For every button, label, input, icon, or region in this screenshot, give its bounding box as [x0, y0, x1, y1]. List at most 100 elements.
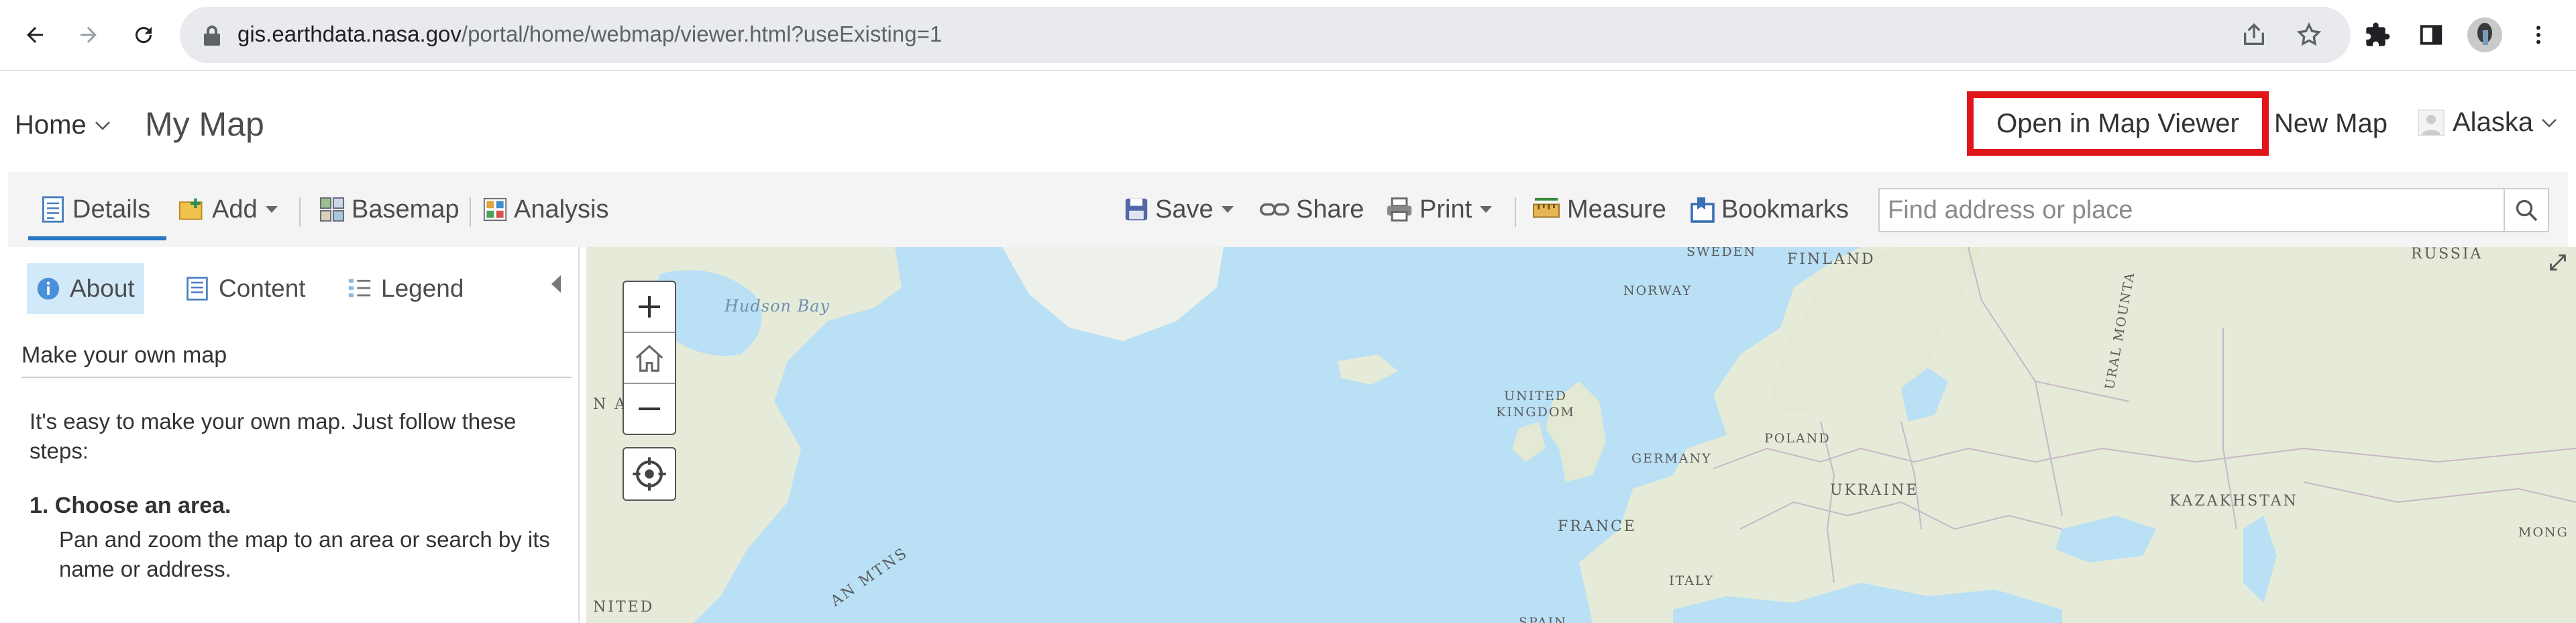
add-label: Add — [212, 195, 258, 224]
map-label-italy: ITALY — [1669, 573, 1714, 588]
share-button[interactable]: Share — [1260, 172, 1364, 247]
map-label-united-states: NITED — [593, 599, 655, 616]
map-label-russia: RUSSIA — [2411, 247, 2483, 262]
browser-menu-button[interactable] — [2518, 15, 2559, 55]
basemap-button[interactable]: Basemap — [319, 172, 460, 247]
print-button[interactable]: Print — [1386, 172, 1493, 247]
map-label-sweden: SWEDEN — [1686, 247, 1757, 259]
toolbar-divider — [470, 197, 471, 227]
caret-down-icon — [265, 206, 278, 213]
map-view[interactable]: Hudson Bay SWEDEN FINLAND RUSSIA NORWAY … — [586, 247, 2576, 623]
extensions-button[interactable] — [2357, 15, 2398, 55]
address-bar[interactable]: gis.earthdata.nasa.gov/portal/home/webma… — [180, 7, 2351, 63]
add-button[interactable]: Add — [178, 172, 279, 247]
tab-legend[interactable]: Legend — [338, 263, 473, 314]
caret-down-icon — [1480, 206, 1493, 213]
forward-button[interactable] — [68, 15, 109, 55]
toolbar-divider — [1515, 197, 1516, 227]
zoom-control — [623, 281, 676, 435]
analysis-button[interactable]: Analysis — [483, 172, 609, 247]
share-label: Share — [1296, 195, 1364, 224]
save-label: Save — [1155, 195, 1214, 224]
reload-button[interactable] — [123, 15, 164, 55]
legend-list-icon — [348, 279, 371, 297]
tab-content[interactable]: Content — [176, 263, 315, 314]
home-menu[interactable]: Home — [15, 110, 111, 140]
toolbar-divider — [299, 197, 301, 227]
minus-icon — [639, 408, 660, 410]
map-label-kazakhstan: KAZAKHSTAN — [2169, 493, 2298, 510]
map-label-france: FRANCE — [1558, 518, 1637, 535]
forward-arrow-icon — [80, 27, 97, 43]
back-arrow-icon — [27, 27, 43, 43]
measure-button[interactable]: Measure — [1532, 172, 1666, 247]
user-name: Alaska — [2453, 107, 2534, 137]
chevron-down-icon — [2542, 118, 2557, 128]
map-label-finland: FINLAND — [1787, 251, 1876, 268]
map-label-ukraine: UKRAINE — [1830, 482, 1919, 499]
url-text: gis.earthdata.nasa.gov/portal/home/webma… — [237, 21, 942, 47]
new-map-button[interactable]: New Map — [2274, 109, 2387, 139]
collapse-panel-button[interactable] — [550, 274, 562, 297]
expand-map-button[interactable] — [2548, 252, 2568, 276]
url-host: gis.earthdata.nasa.gov — [237, 21, 462, 46]
side-panel-icon — [2420, 25, 2443, 45]
active-tab-indicator — [28, 236, 166, 240]
profile-avatar[interactable] — [2465, 15, 2505, 55]
address-search — [1878, 188, 2549, 232]
tab-about[interactable]: About — [27, 263, 144, 314]
map-label-spain: SPAIN — [1519, 615, 1567, 623]
save-disk-icon — [1125, 198, 1148, 221]
chevron-down-icon — [95, 121, 110, 130]
tab-legend-label: Legend — [381, 275, 464, 302]
locate-button[interactable] — [623, 447, 676, 501]
url-path: /portal/home/webmap/viewer.html?useExist… — [461, 21, 943, 46]
tab-content-label: Content — [219, 275, 306, 302]
zoom-out-button[interactable] — [624, 384, 675, 434]
open-in-map-viewer-label: Open in Map Viewer — [1996, 108, 2239, 138]
measure-ruler-icon — [1533, 197, 1560, 218]
map-label-hudson-bay: Hudson Bay — [724, 297, 830, 316]
measure-label: Measure — [1567, 195, 1666, 224]
print-label: Print — [1419, 195, 1472, 224]
details-panel: About Content Legend Make your own map I… — [8, 247, 580, 623]
save-button[interactable]: Save — [1124, 172, 1235, 247]
map-label-poland: POLAND — [1764, 431, 1831, 446]
more-vert-icon — [2536, 26, 2540, 44]
lock-icon — [204, 26, 220, 46]
tab-about-label: About — [70, 275, 135, 302]
search-input[interactable] — [1880, 189, 2501, 231]
search-button[interactable] — [2504, 189, 2548, 231]
back-button[interactable] — [15, 15, 55, 55]
step-description: Pan and zoom the map to an area or searc… — [59, 527, 550, 581]
user-menu[interactable]: Alaska — [2418, 107, 2557, 138]
details-icon — [42, 196, 64, 223]
step-title: 1. Choose an area. — [30, 493, 231, 518]
share-link-icon — [1260, 203, 1289, 216]
home-extent-button[interactable] — [624, 333, 675, 384]
avatar-icon — [2467, 17, 2502, 52]
map-label-norway: NORWAY — [1623, 283, 1693, 298]
home-label: Home — [15, 110, 87, 140]
content-list-icon — [186, 277, 208, 301]
bookmarks-button[interactable]: Bookmarks — [1690, 172, 1849, 247]
map-summary: Make your own map — [21, 342, 572, 378]
share-page-icon[interactable] — [2241, 21, 2267, 48]
printer-icon — [1387, 197, 1412, 222]
open-in-map-viewer-button[interactable]: Open in Map Viewer — [1967, 91, 2269, 156]
intro-text: It's easy to make your own map. Just fol… — [30, 409, 517, 463]
side-panel-button[interactable] — [2411, 15, 2451, 55]
details-label: Details — [72, 195, 151, 224]
info-icon — [37, 277, 60, 300]
bookmark-star-icon[interactable] — [2296, 21, 2322, 48]
caret-left-icon — [551, 275, 561, 293]
page-title: My Map — [145, 105, 264, 143]
map-toolbar: Details Add Basemap Analysis Save Share … — [8, 172, 2568, 247]
bookmarks-icon — [1690, 197, 1715, 223]
zoom-in-button[interactable] — [624, 282, 675, 333]
map-label-mongolia: MONG — [2518, 525, 2569, 540]
puzzle-icon — [2366, 22, 2390, 46]
caret-down-icon — [1221, 206, 1234, 213]
basemap-grid-icon — [319, 197, 345, 222]
basemap-label: Basemap — [352, 195, 460, 224]
